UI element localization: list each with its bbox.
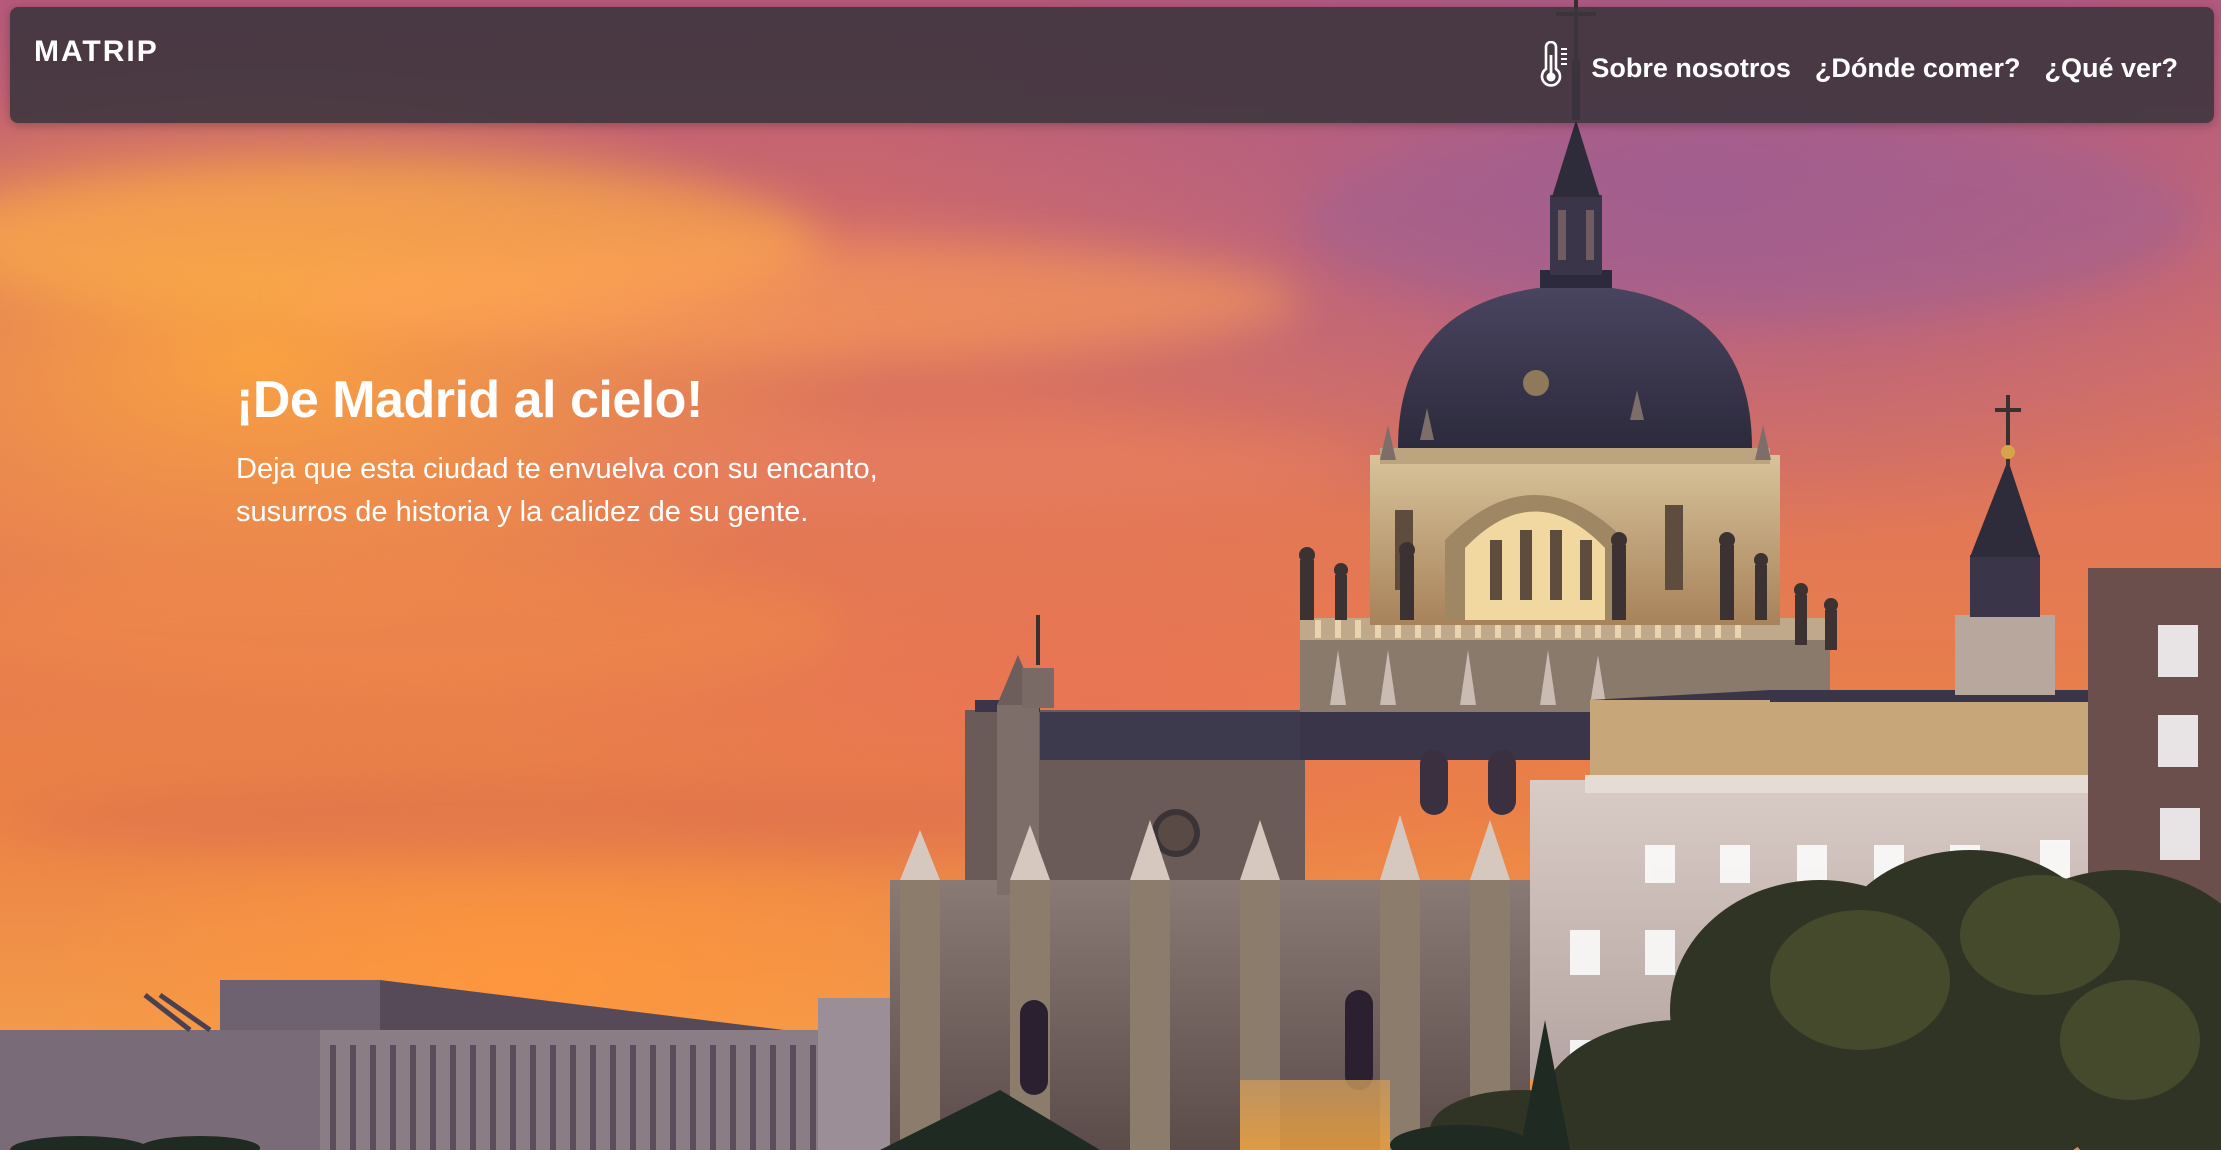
nav-link-about[interactable]: Sobre nosotros [1591,53,1791,84]
page: MATRIP Sobre nosotros ¿Dónde comer? ¿Qué… [0,0,2221,1150]
hero-subtitle: Deja que esta ciudad te envuelva con su … [236,448,996,534]
top-navbar: MATRIP Sobre nosotros ¿Dónde comer? ¿Qué… [10,7,2214,123]
hero-subtitle-line-2: susurros de historia y la calidez de su … [236,496,809,528]
site-logo[interactable]: MATRIP [34,35,159,69]
hero-title: ¡De Madrid al cielo! [236,371,703,429]
nav-link-what-to-see[interactable]: ¿Qué ver? [2044,53,2178,84]
nav-link-where-to-eat[interactable]: ¿Dónde comer? [1815,53,2021,84]
hero-subtitle-line-1: Deja que esta ciudad te envuelva con su … [236,453,878,485]
main-nav: Sobre nosotros ¿Dónde comer? ¿Qué ver? [1537,41,2178,89]
cathedral-skyline-illustration [0,0,2221,1150]
hero-section: ¡De Madrid al cielo! Deja que esta ciuda… [236,370,996,534]
thermometer-icon[interactable] [1537,41,1571,89]
